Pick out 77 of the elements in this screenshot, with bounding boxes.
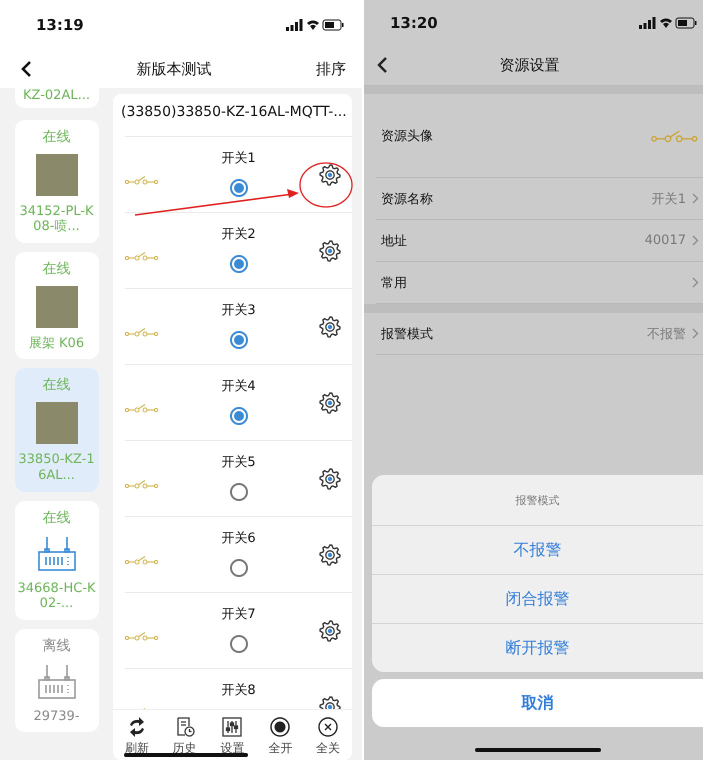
switch-label: 开关5 bbox=[221, 454, 256, 471]
device-name: 34668-HC-K02-... bbox=[16, 580, 96, 612]
settings-row[interactable]: 资源头像 bbox=[376, 94, 703, 178]
radio-button[interactable] bbox=[230, 179, 248, 197]
toolbar-button[interactable]: 全开 bbox=[268, 710, 292, 760]
status-icons bbox=[639, 16, 697, 28]
settings-icon[interactable] bbox=[318, 466, 342, 490]
chevron-icon bbox=[692, 328, 699, 339]
sliders-icon bbox=[221, 716, 244, 738]
settings-icon[interactable] bbox=[318, 238, 342, 262]
switch-icon bbox=[125, 402, 159, 412]
settings-row[interactable]: 报警模式 不报警 bbox=[376, 313, 703, 355]
photo-placeholder bbox=[36, 286, 78, 328]
radio-button[interactable] bbox=[230, 255, 248, 273]
radio-button[interactable] bbox=[230, 559, 248, 577]
switch-icon bbox=[651, 128, 699, 142]
settings-icon[interactable] bbox=[318, 618, 342, 642]
sheet-title: 报警模式 bbox=[372, 475, 703, 526]
nav-title: 新版本测试 bbox=[136, 60, 212, 78]
device-name: 33850-KZ-16AL... bbox=[17, 452, 96, 484]
back-icon[interactable] bbox=[376, 56, 388, 74]
radio-button[interactable] bbox=[230, 635, 248, 653]
nav-title: 资源设置 bbox=[500, 56, 560, 74]
switch-icon bbox=[125, 478, 159, 488]
switch-label: 开关4 bbox=[221, 378, 256, 395]
toolbar-button[interactable]: 全关 bbox=[316, 710, 340, 760]
switch-label: 开关7 bbox=[221, 606, 256, 623]
sheet-option[interactable]: 不报警 bbox=[372, 526, 703, 575]
radio-button[interactable] bbox=[230, 331, 248, 349]
status-time: 13:20 bbox=[390, 14, 438, 32]
close-circle-icon bbox=[317, 716, 340, 738]
device-name: 29739- bbox=[32, 708, 81, 724]
settings-icon[interactable] bbox=[318, 162, 342, 186]
device-status: 在线 bbox=[42, 508, 70, 527]
device-name: 34152-PL-K08-喷... bbox=[18, 204, 95, 235]
sort-button[interactable]: 排序 bbox=[316, 60, 346, 78]
photo-placeholder bbox=[36, 402, 78, 444]
switch-icon bbox=[125, 250, 159, 260]
device-card[interactable]: 离线 29739- bbox=[14, 628, 98, 732]
sheet-option[interactable]: 闭合报警 bbox=[372, 575, 703, 624]
sheet-option[interactable]: 断开报警 bbox=[372, 624, 703, 672]
settings-icon[interactable] bbox=[318, 314, 342, 338]
settings-row[interactable]: 地址 40017 bbox=[376, 220, 703, 262]
switch-icon bbox=[125, 174, 159, 184]
switch-label: 开关1 bbox=[221, 150, 256, 167]
switch-icon bbox=[125, 630, 159, 640]
switch-icon bbox=[125, 326, 159, 336]
photo-placeholder bbox=[36, 154, 78, 196]
router-icon bbox=[36, 662, 76, 701]
switch-icon bbox=[125, 554, 159, 564]
record-icon bbox=[269, 716, 292, 738]
device-status: 离线 bbox=[42, 636, 70, 655]
device-name: KZ-02AL... bbox=[22, 88, 91, 104]
cancel-button[interactable]: 取消 bbox=[372, 679, 703, 727]
settings-icon[interactable] bbox=[318, 542, 342, 566]
settings-row[interactable]: 资源名称 开关1 bbox=[376, 178, 703, 220]
switch-label: 开关8 bbox=[221, 682, 256, 699]
toolbar-button[interactable]: 刷新 bbox=[124, 710, 149, 760]
switch-label: 开关2 bbox=[221, 226, 256, 243]
device-status: 在线 bbox=[42, 376, 70, 394]
device-status: 在线 bbox=[42, 128, 70, 146]
device-name: 展架 K06 bbox=[28, 336, 86, 352]
status-time: 13:19 bbox=[36, 16, 84, 34]
chevron-icon bbox=[692, 277, 699, 288]
status-icons bbox=[286, 19, 344, 31]
device-status: 在线 bbox=[42, 260, 70, 278]
chevron-icon bbox=[692, 193, 699, 204]
back-icon[interactable] bbox=[20, 60, 32, 78]
switch-label: 开关3 bbox=[221, 302, 256, 319]
switch-label: 开关6 bbox=[221, 530, 256, 547]
radio-button[interactable] bbox=[230, 483, 248, 501]
toolbar-button[interactable]: 设置 bbox=[220, 710, 244, 760]
router-icon bbox=[36, 534, 76, 573]
radio-button[interactable] bbox=[230, 407, 248, 425]
settings-icon[interactable] bbox=[318, 390, 342, 414]
device-title: (33850)33850-KZ-16AL-MQTT-... bbox=[120, 103, 348, 122]
chevron-icon bbox=[692, 235, 699, 246]
